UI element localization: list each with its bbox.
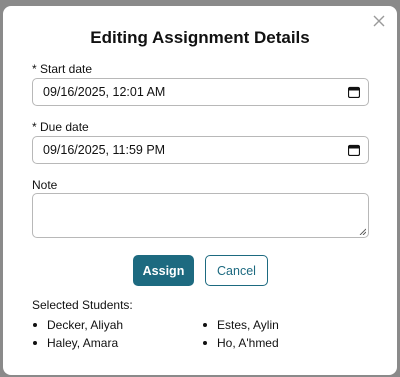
cancel-button[interactable]: Cancel [205, 255, 268, 286]
bullet-icon [203, 323, 207, 327]
due-date-label: * Due date [32, 120, 89, 134]
due-date-value: 09/16/2025, 11:59 PM [43, 143, 166, 157]
student-name: Estes, Aylin [217, 318, 279, 332]
start-date-label: * Start date [32, 62, 93, 76]
bullet-icon [33, 323, 37, 327]
start-date-value: 09/16/2025, 12:01 AM [43, 85, 166, 99]
due-date-field[interactable]: 09/16/2025, 11:59 PM [32, 136, 369, 164]
student-name: Ho, A'hmed [217, 336, 279, 350]
dialog-title: Editing Assignment Details [90, 28, 310, 47]
bullet-icon [203, 341, 207, 345]
close-icon [373, 15, 385, 27]
note-label: Note [32, 178, 58, 192]
list-item: Haley, Amara [32, 336, 202, 350]
calendar-icon[interactable] [348, 86, 360, 98]
student-name: Decker, Aliyah [47, 318, 124, 332]
bullet-icon [33, 341, 37, 345]
student-name: Haley, Amara [47, 336, 119, 350]
start-date-field[interactable]: 09/16/2025, 12:01 AM [32, 78, 369, 106]
selected-students-heading: Selected Students: [32, 298, 133, 312]
list-item: Decker, Aliyah [32, 318, 202, 332]
note-textarea[interactable] [32, 193, 369, 238]
assignment-dialog: Editing Assignment Details * Start date … [3, 6, 397, 375]
resize-grip-icon[interactable] [359, 228, 366, 235]
list-item: Ho, A'hmed [202, 336, 332, 350]
assign-button[interactable]: Assign [133, 255, 194, 286]
list-item: Estes, Aylin [202, 318, 332, 332]
selected-students-list: Decker, Aliyah Estes, Aylin Haley, Amara… [32, 318, 332, 350]
calendar-icon[interactable] [348, 144, 360, 156]
